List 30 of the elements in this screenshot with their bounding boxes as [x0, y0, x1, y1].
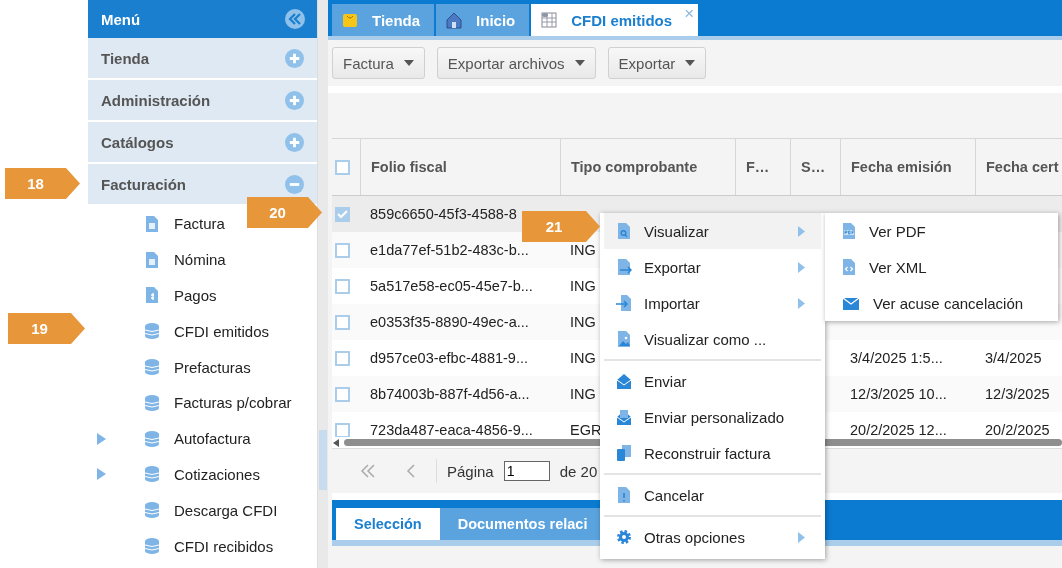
table-cell: e0353f35-8890-49ec-a...	[370, 313, 529, 330]
table-cell: 3/4/2025 1:5...	[850, 349, 943, 366]
callout-marker: 18	[5, 168, 80, 199]
table-cell: ING	[570, 313, 596, 330]
table-cell: 8b74003b-887f-4d56-a...	[370, 385, 530, 402]
callout-marker: 21	[522, 211, 600, 242]
callout-marker: 20	[247, 197, 322, 228]
table-cell: 5a517e58-ec05-45e7-b...	[370, 277, 533, 294]
page-total: de 20	[559, 462, 598, 480]
table-cell: ING	[570, 277, 596, 294]
sidebar-title: Menú	[101, 10, 141, 28]
section-label: Tienda	[101, 49, 150, 67]
table-cell: EGR	[570, 421, 602, 437]
table-cell: 12/3/2025	[985, 385, 1050, 402]
table-cell: 20/2/2025	[985, 421, 1050, 437]
table-cell: d957ce03-efbc-4881-9...	[370, 349, 528, 366]
table-cell: e1da77ef-51b2-483c-b...	[370, 241, 529, 258]
table-cell: 20/2/2025 12...	[850, 421, 947, 437]
table-cell: 723da487-eaca-4856-9...	[370, 421, 533, 437]
table-cell: ING	[570, 241, 596, 258]
table-cell: ING	[570, 385, 596, 402]
table-cell: 859c6650-45f3-4588-8	[370, 205, 517, 222]
table-cell: 3/4/2025	[985, 349, 1042, 366]
table-cell: 12/3/2025 10...	[850, 385, 947, 402]
page-label: Página	[447, 462, 494, 480]
section-label: Catálogos	[101, 133, 174, 151]
callout-marker: 19	[8, 313, 85, 344]
table-cell: ING	[570, 349, 596, 366]
section-label: Facturación	[101, 175, 187, 193]
section-label: Administración	[101, 91, 211, 109]
